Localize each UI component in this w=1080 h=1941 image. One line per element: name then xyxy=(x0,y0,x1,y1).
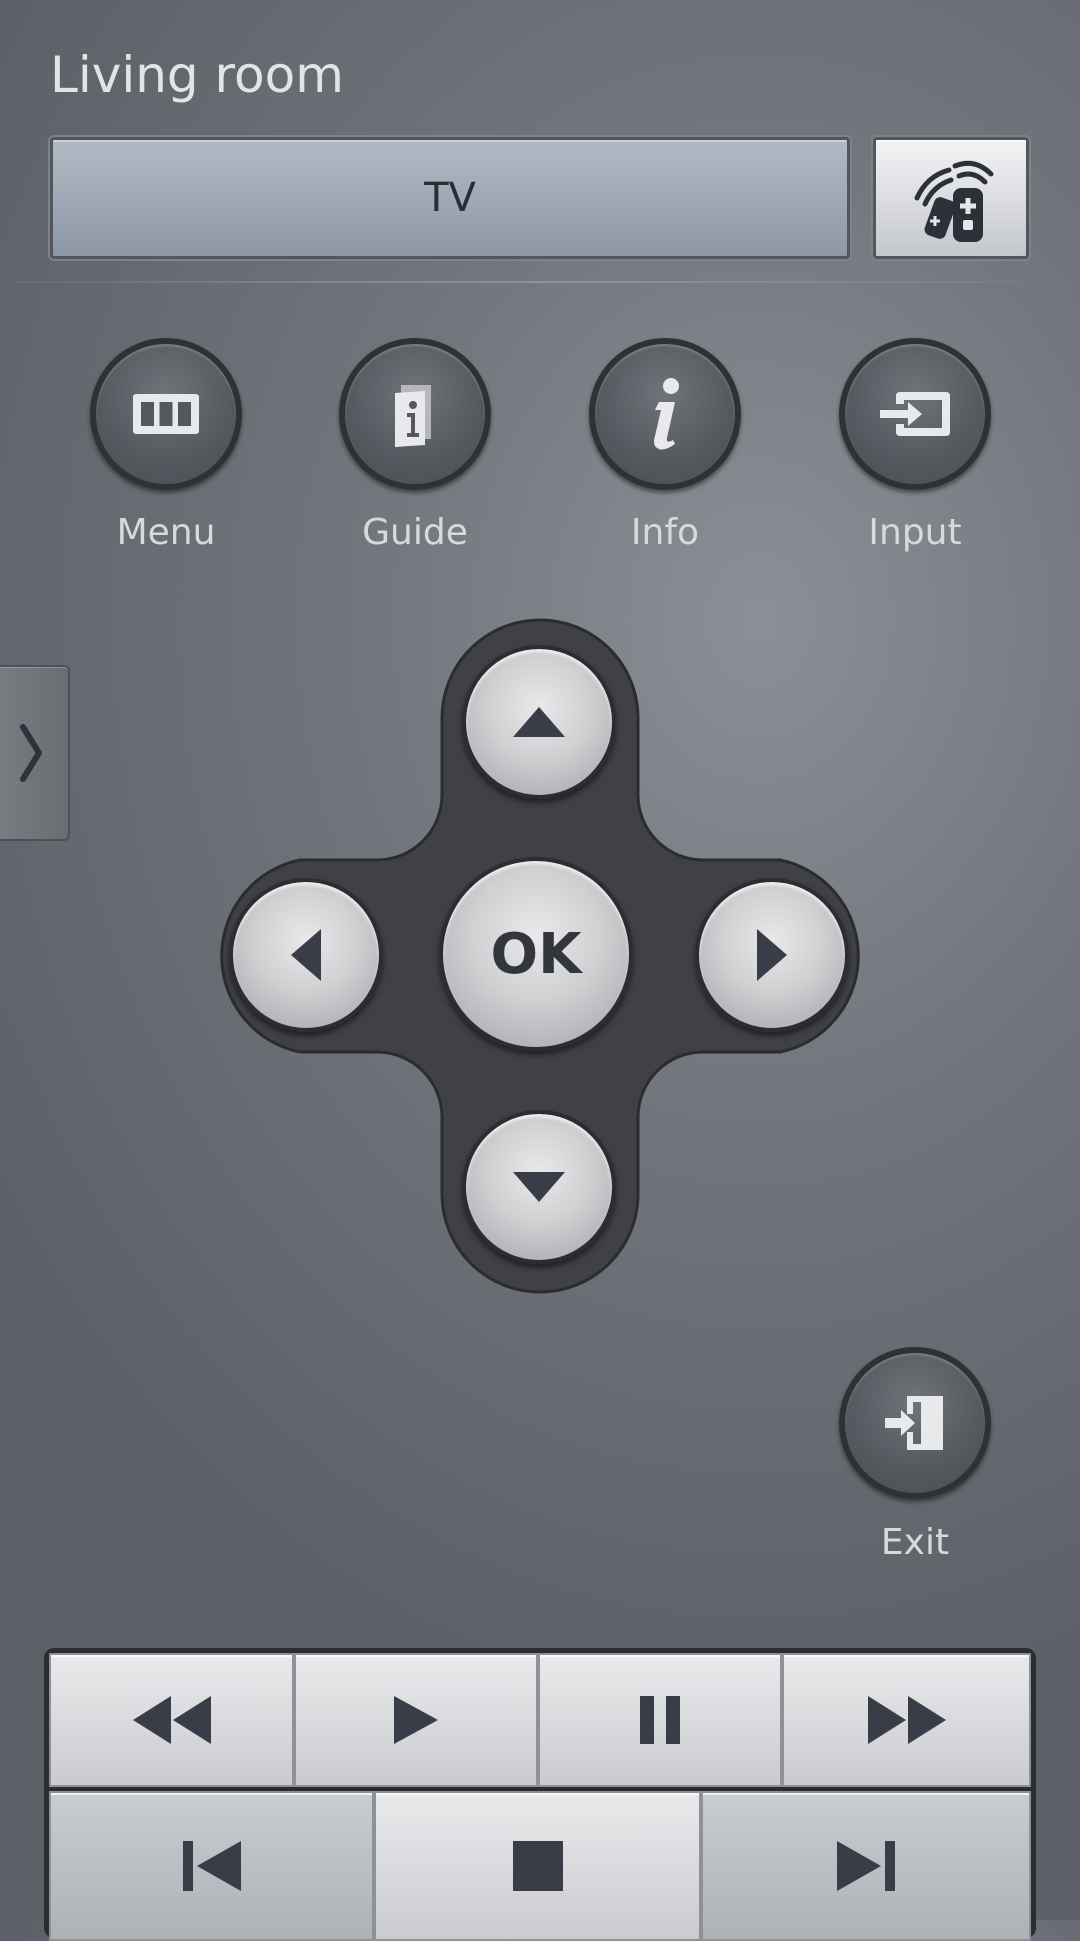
rewind-button[interactable] xyxy=(49,1653,294,1787)
skip-previous-button[interactable] xyxy=(49,1791,374,1941)
ok-label: OK xyxy=(490,921,582,987)
pause-icon xyxy=(640,1696,680,1744)
dpad-up-button[interactable] xyxy=(462,645,616,799)
skip-next-icon xyxy=(837,1841,895,1891)
arrow-up-icon xyxy=(513,707,565,737)
exit-button[interactable] xyxy=(839,1347,991,1499)
stop-icon xyxy=(512,1841,563,1891)
arrow-right-icon xyxy=(757,929,787,981)
dpad-ok-button[interactable]: OK xyxy=(439,857,633,1051)
stop-button[interactable] xyxy=(374,1791,701,1941)
dpad-down-button[interactable] xyxy=(462,1110,616,1264)
play-icon xyxy=(394,1696,438,1744)
dpad-right-button[interactable] xyxy=(695,878,849,1032)
media-controls-panel xyxy=(44,1648,1036,1941)
skip-next-button[interactable] xyxy=(701,1791,1031,1941)
exit-door-icon xyxy=(885,1396,943,1450)
fast-forward-button[interactable] xyxy=(782,1653,1031,1787)
exit-label: Exit xyxy=(880,1522,950,1563)
arrow-down-icon xyxy=(513,1172,565,1202)
arrow-left-icon xyxy=(291,929,321,981)
play-button[interactable] xyxy=(294,1653,538,1787)
pause-button[interactable] xyxy=(538,1653,782,1787)
fast-forward-icon xyxy=(867,1696,946,1744)
rewind-icon xyxy=(132,1696,211,1744)
dpad-left-button[interactable] xyxy=(229,878,383,1032)
skip-previous-icon xyxy=(182,1841,241,1891)
